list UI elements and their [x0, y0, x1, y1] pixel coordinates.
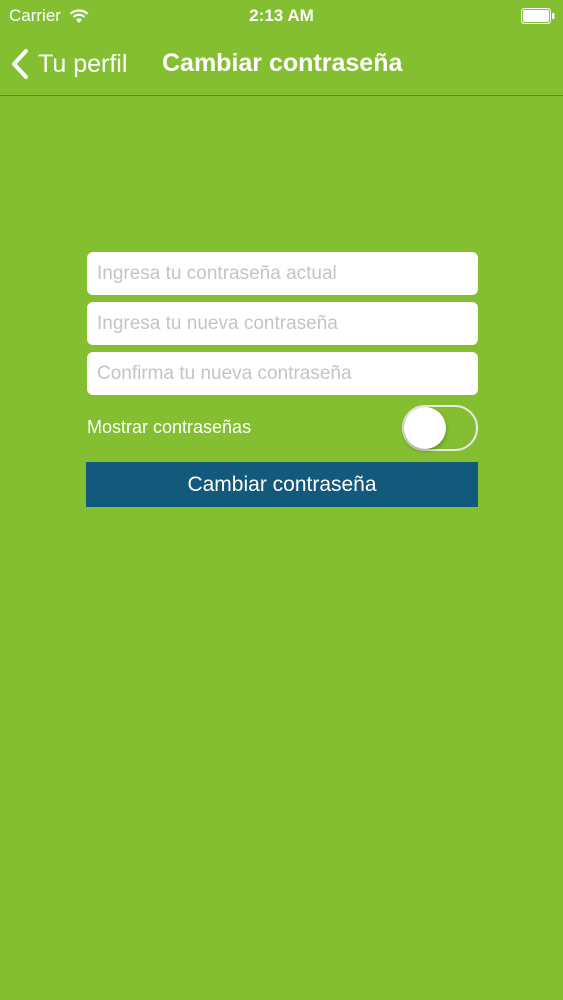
status-time: 2:13 AM: [249, 6, 314, 25]
change-password-form: Mostrar contraseñas Cambiar contraseña: [86, 252, 478, 507]
chevron-left-icon: [12, 49, 28, 79]
page-title: Cambiar contraseña: [162, 49, 403, 77]
toggle-knob: [404, 407, 446, 449]
new-password-input[interactable]: [87, 302, 478, 345]
status-bar: Carrier 2:13 AM: [0, 0, 563, 32]
show-passwords-label: Mostrar contraseñas: [87, 417, 252, 437]
change-password-screen: Carrier 2:13 AM Tu perfil Cambiar contra…: [0, 0, 563, 1000]
navigation-bar: Tu perfil Cambiar contraseña: [0, 32, 563, 96]
back-button[interactable]: Tu perfil: [10, 46, 127, 82]
change-password-button[interactable]: Cambiar contraseña: [86, 462, 478, 507]
battery-icon: [521, 8, 555, 24]
show-passwords-toggle[interactable]: [402, 405, 478, 451]
current-password-input[interactable]: [87, 252, 478, 295]
confirm-password-input[interactable]: [87, 352, 478, 395]
show-passwords-row: Mostrar contraseñas: [87, 402, 478, 458]
back-label: Tu perfil: [38, 49, 128, 78]
